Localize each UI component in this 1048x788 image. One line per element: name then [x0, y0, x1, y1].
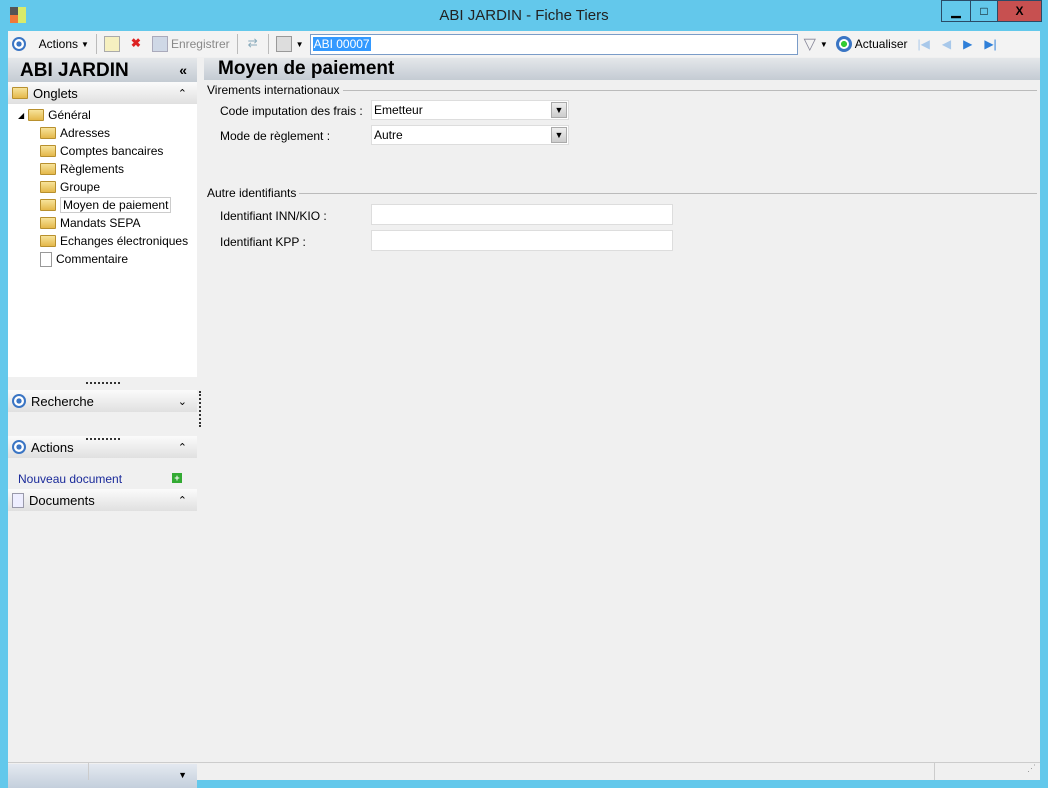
print-icon[interactable] [275, 36, 292, 52]
folder-icon [28, 109, 45, 121]
tree-label: Règlements [60, 162, 125, 176]
actions-menu[interactable]: Actions ▼ [12, 37, 89, 51]
splitter-handle[interactable] [86, 438, 120, 440]
toolbar: Actions ▼ ✖ Enregistrer ⇄ ▼ ABI 00007 ▽ ▼ … [8, 31, 1040, 57]
tree-item-comptes-bancaires[interactable]: Comptes bancaires [18, 142, 197, 160]
actions-label: Actions [38, 37, 79, 51]
tree-item-general[interactable]: ◢ Général [18, 106, 197, 124]
close-button[interactable]: X [997, 0, 1042, 22]
folder-icon [40, 235, 56, 247]
tree-label: Groupe [60, 180, 101, 194]
delete-icon[interactable]: ✖ [128, 36, 144, 52]
document-icon [40, 251, 52, 267]
splitter-handle[interactable] [86, 382, 120, 384]
new-document-link[interactable]: Nouveau document [18, 472, 122, 486]
onglets-panel-header[interactable]: Onglets ⌃ [8, 82, 197, 104]
last-record-icon[interactable]: ▶| [984, 37, 996, 51]
title-bar: ABI JARDIN - Fiche Tiers ▁ □ X [0, 0, 1048, 31]
kpp-label: Identifiant KPP : [220, 235, 306, 249]
collapse-icon: ⌃ [177, 494, 187, 507]
first-record-icon[interactable]: |◀ [917, 37, 929, 51]
window-title: ABI JARDIN - Fiche Tiers [439, 7, 609, 24]
tree-item-adresses[interactable]: Adresses [18, 124, 197, 142]
filter-dropdown[interactable]: ▼ [820, 40, 828, 49]
actions-panel-label: Actions [31, 439, 74, 455]
group-label: Autre identifiants [207, 186, 297, 200]
mode-reglement-label: Mode de règlement : [220, 129, 331, 143]
tree-item-commentaire[interactable]: Commentaire [18, 250, 197, 268]
inn-kio-input[interactable] [371, 204, 673, 225]
tree-label: Comptes bancaires [60, 144, 164, 158]
collapse-icon: ⌃ [177, 87, 187, 100]
inn-kio-label: Identifiant INN/KIO : [220, 209, 327, 223]
tree-item-reglements[interactable]: Règlements [18, 160, 197, 178]
print-dropdown[interactable]: ▼ [296, 40, 304, 49]
chevron-down-icon: ▼ [551, 102, 567, 118]
page-title: Moyen de paiement [204, 58, 1040, 80]
refresh-button[interactable]: Actualiser [835, 36, 908, 52]
tree-item-echanges-electroniques[interactable]: Echanges électroniques [18, 232, 197, 250]
tree-label: Echanges électroniques [60, 234, 189, 248]
code-imputation-select[interactable]: Emetteur ▼ [371, 100, 569, 120]
folder-icon [40, 217, 56, 229]
resize-grip-icon[interactable]: ⋰ [935, 763, 1040, 780]
tree-label: Général [48, 108, 91, 122]
add-icon[interactable]: + [172, 473, 182, 483]
open-folder-icon [40, 199, 56, 211]
save-button[interactable]: Enregistrer [151, 36, 230, 52]
main-panel: Moyen de paiement Virements internationa… [204, 58, 1040, 762]
sidebar: ABI JARDIN « Onglets ⌃ ◢ Général Adresses C… [8, 58, 197, 788]
save-label: Enregistrer [170, 37, 230, 51]
documents-panel-header[interactable]: Documents ⌃ [8, 489, 197, 511]
folder-icon [40, 181, 56, 193]
recherche-panel-header[interactable]: Recherche ⌄ [8, 390, 197, 412]
mode-reglement-select[interactable]: Autre ▼ [371, 125, 569, 145]
refresh-label: Actualiser [854, 37, 908, 51]
documents-icon [12, 492, 24, 508]
save-icon [151, 36, 168, 52]
folder-icon [40, 127, 56, 139]
folder-icon [40, 163, 56, 175]
refresh-icon [835, 36, 852, 52]
recherche-label: Recherche [31, 393, 94, 409]
sidebar-splitter[interactable] [199, 391, 201, 427]
sync-icon[interactable]: ⇄ [245, 36, 261, 52]
group-label: Virements internationaux [207, 83, 340, 97]
folder-icon [12, 87, 28, 99]
previous-record-icon[interactable]: ◀ [942, 37, 951, 51]
new-icon[interactable] [103, 36, 120, 52]
minimize-button[interactable]: ▁ [941, 0, 971, 22]
expand-icon: ⌄ [177, 395, 187, 408]
actions-icon [12, 37, 26, 51]
sidebar-title: ABI JARDIN [20, 60, 129, 81]
status-bar: ⋰ [8, 762, 1040, 780]
group-autre-identifiants: Autre identifiants [207, 186, 1037, 200]
code-imputation-label: Code imputation des frais : [220, 104, 363, 118]
actions-icon [12, 440, 26, 454]
record-search-input[interactable]: ABI 00007 [309, 33, 798, 55]
chevron-down-icon: ▼ [551, 127, 567, 143]
tree-item-mandats-sepa[interactable]: Mandats SEPA [18, 214, 197, 232]
collapse-icon: ⌃ [177, 441, 187, 454]
tree-item-groupe[interactable]: Groupe [18, 178, 197, 196]
onglets-label: Onglets [33, 85, 78, 101]
recherche-icon [12, 394, 26, 408]
tree-label: Commentaire [56, 252, 129, 266]
next-record-icon[interactable]: ▶ [963, 37, 972, 51]
kpp-input[interactable] [371, 230, 673, 251]
filter-icon[interactable]: ▽ [804, 34, 816, 54]
maximize-button[interactable]: □ [970, 0, 998, 22]
tree-label: Adresses [60, 126, 111, 140]
group-virements-internationaux: Virements internationaux [207, 83, 1037, 97]
tree-label: Moyen de paiement [60, 197, 172, 213]
tree-label: Mandats SEPA [60, 216, 141, 230]
documents-label: Documents [29, 492, 95, 508]
folder-icon [40, 145, 56, 157]
tree-item-moyen-de-paiement[interactable]: Moyen de paiement [18, 196, 197, 214]
collapse-sidebar-button[interactable]: « [179, 62, 187, 78]
